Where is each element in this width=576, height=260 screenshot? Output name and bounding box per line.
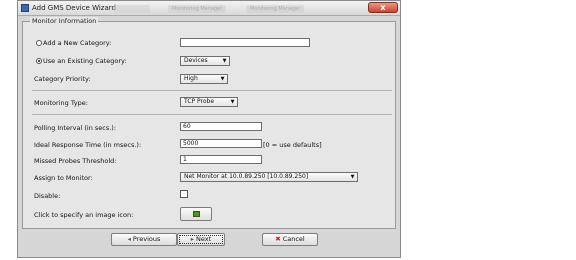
chevron-down-icon: ▼ (230, 99, 235, 105)
close-icon: x (380, 3, 386, 12)
missed-probes-label: Missed Probes Threshold: (34, 157, 117, 165)
image-icon-label: Click to specify an image icon: (34, 211, 134, 219)
assign-monitor-select[interactable]: Net Monitor at 10.0.89.250 [10.0.89.250]… (180, 172, 358, 182)
existing-category-value: Devices (184, 57, 208, 64)
cancel-icon: ✖ (275, 235, 281, 243)
missed-probes-input[interactable]: 1 (180, 155, 262, 164)
image-icon (193, 211, 200, 217)
add-new-category-radio[interactable] (36, 40, 42, 46)
separator (32, 90, 392, 91)
close-button[interactable]: x (368, 2, 398, 13)
category-priority-label: Category Priority: (34, 75, 91, 83)
assign-monitor-label: Assign to Monitor: (34, 174, 93, 182)
separator (32, 114, 392, 115)
new-category-input[interactable] (180, 38, 310, 47)
image-icon-button[interactable] (180, 207, 212, 221)
title-bar: Add GMS Device Wizard Monitoring Manager… (18, 1, 400, 16)
background-tab: Monitoring Manager (168, 5, 227, 13)
assign-monitor-value: Net Monitor at 10.0.89.250 [10.0.89.250] (184, 173, 309, 180)
polling-interval-label: Polling Interval (in secs.): (34, 124, 117, 132)
add-new-category-label: Add a New Category: (43, 39, 112, 47)
response-time-hint: [0 = use defaults] (263, 141, 322, 149)
previous-button[interactable]: ◂ Previous (111, 233, 177, 246)
response-time-label: Ideal Response Time (in msecs.): (34, 141, 142, 149)
wizard-window: Add GMS Device Wizard Monitoring Manager… (17, 0, 401, 258)
panel-title: Monitor Information (30, 17, 99, 25)
chevron-right-icon: ▸ (190, 235, 195, 243)
polling-interval-input[interactable]: 60 (180, 122, 262, 131)
app-icon (21, 4, 29, 12)
existing-category-select[interactable]: Devices ▼ (180, 56, 230, 66)
category-priority-value: High (184, 75, 198, 82)
next-label: Next (196, 235, 212, 243)
background-tab: Monitoring Manager (246, 5, 305, 13)
use-existing-category-label: Use an Existing Category: (43, 57, 127, 65)
next-button[interactable]: ▸ Next (177, 233, 225, 246)
monitoring-type-value: TCP Probe (184, 98, 215, 105)
monitoring-type-select[interactable]: TCP Probe ▼ (180, 97, 238, 107)
previous-label: Previous (132, 235, 161, 243)
chevron-left-icon: ◂ (127, 235, 131, 243)
monitoring-type-label: Monitoring Type: (34, 99, 88, 107)
disable-checkbox[interactable] (180, 190, 188, 198)
background-tab (114, 5, 150, 13)
disable-label: Disable: (34, 192, 61, 200)
cancel-button[interactable]: ✖ Cancel (262, 233, 318, 246)
chevron-down-icon: ▼ (350, 174, 355, 180)
category-priority-select[interactable]: High ▼ (180, 74, 228, 84)
chevron-down-icon: ▼ (220, 76, 225, 82)
window-title: Add GMS Device Wizard (32, 4, 116, 12)
response-time-input[interactable]: 5000 (180, 139, 262, 148)
use-existing-category-radio[interactable] (36, 58, 42, 64)
cancel-label: Cancel (282, 235, 305, 243)
chevron-down-icon: ▼ (222, 58, 227, 64)
